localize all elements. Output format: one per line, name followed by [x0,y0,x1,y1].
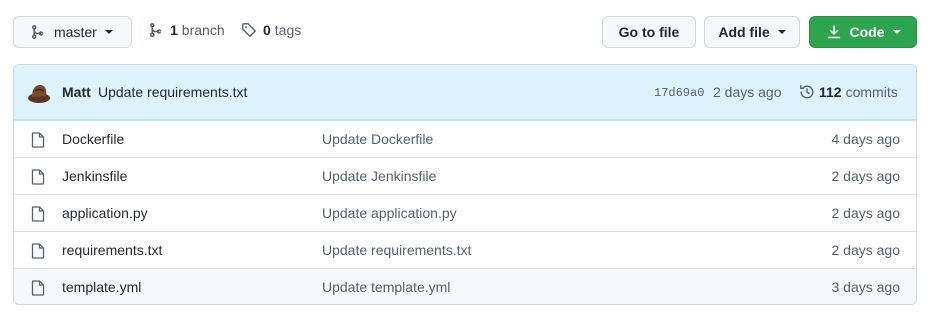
code-button[interactable]: Code [809,16,917,48]
file-commit-message[interactable]: Update Dockerfile [322,131,433,147]
file-row[interactable]: Jenkinsfile Update Jenkinsfile 2 days ag… [14,157,916,194]
code-label: Code [849,24,885,40]
chevron-down-icon [777,30,786,34]
file-row[interactable]: Dockerfile Update Dockerfile 4 days ago [14,120,916,157]
file-name[interactable]: Jenkinsfile [62,168,127,184]
file-icon [31,280,45,296]
file-row[interactable]: template.yml Update template.yml 3 days … [14,268,916,304]
branches-link[interactable]: 1 branch [148,22,225,38]
commit-message[interactable]: Update requirements.txt [98,84,247,100]
tag-icon [242,23,257,38]
file-row[interactable]: application.py Update application.py 2 d… [14,194,916,231]
commits-link[interactable]: 112 commits [799,84,898,100]
commits-label: commits [845,84,898,100]
branch-count: 1 [170,22,178,38]
file-row[interactable]: requirements.txt Update requirements.txt… [14,231,916,268]
commit-time: 2 days ago [713,84,782,100]
chevron-down-icon [892,30,901,34]
file-icon [31,206,45,222]
file-age: 3 days ago [831,279,901,295]
tag-label: tags [274,22,302,38]
git-branch-icon [150,23,162,37]
file-age: 2 days ago [831,205,901,221]
file-name[interactable]: requirements.txt [62,242,162,258]
file-browser: Matt Update requirements.txt 17d69a0 2 d… [13,64,917,305]
commit-author[interactable]: Matt [62,84,91,100]
file-commit-message[interactable]: Update Jenkinsfile [322,168,436,184]
file-commit-message[interactable]: Update requirements.txt [322,242,471,258]
file-icon [31,243,45,259]
tag-count: 0 [263,22,271,38]
latest-commit-bar: Matt Update requirements.txt 17d69a0 2 d… [14,65,916,120]
file-age: 2 days ago [831,168,901,184]
add-file-label: Add file [718,24,770,40]
file-icon [31,169,45,185]
branch-label: branch [181,22,225,38]
avatar[interactable] [27,81,51,105]
download-icon [827,25,840,39]
add-file-button[interactable]: Add file [704,16,800,48]
branch-name: master [54,24,97,40]
history-icon [800,85,814,99]
file-icon [31,132,45,148]
file-commit-message[interactable]: Update template.yml [322,279,450,295]
go-to-file-button[interactable]: Go to file [602,16,696,48]
file-name[interactable]: Dockerfile [62,131,124,147]
tags-link[interactable]: 0 tags [241,22,301,38]
file-age: 4 days ago [831,131,901,147]
file-name[interactable]: template.yml [62,279,141,295]
file-commit-message[interactable]: Update application.py [322,205,457,221]
commit-sha[interactable]: 17d69a0 [654,86,704,100]
chevron-down-icon [104,30,113,34]
go-to-file-label: Go to file [618,24,680,40]
git-branch-icon [32,25,44,39]
file-name[interactable]: application.py [62,205,148,221]
branch-select-button[interactable]: master [13,16,132,48]
file-age: 2 days ago [831,242,901,258]
commit-count: 112 [819,84,842,100]
repo-toolbar: master 1 branch 0 tags Go to file Add fi… [0,0,934,64]
